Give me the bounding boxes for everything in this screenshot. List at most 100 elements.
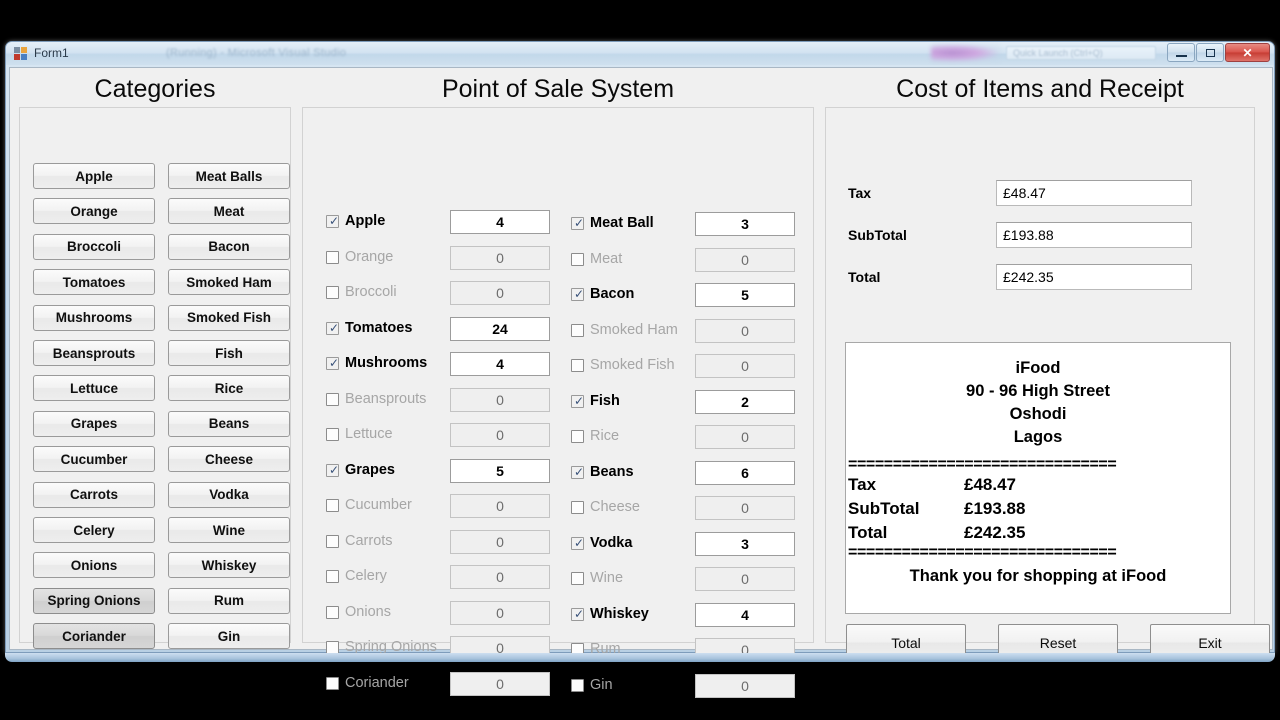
category-button-whiskey[interactable]: Whiskey (168, 552, 290, 579)
category-button-gin[interactable]: Gin (168, 623, 290, 650)
category-button-beansprouts[interactable]: Beansprouts (33, 340, 155, 366)
checkbox-wine[interactable] (571, 572, 584, 585)
checkbox-tomatoes[interactable]: ✓ (326, 321, 339, 335)
quantity-field-meat-ball[interactable]: 3 (695, 212, 795, 236)
checkbox-onions[interactable] (326, 605, 339, 619)
checkbox-mushrooms[interactable]: ✓ (326, 357, 339, 370)
category-button-mushrooms[interactable]: Mushrooms (33, 304, 155, 331)
category-button-lettuce[interactable]: Lettuce (33, 375, 155, 402)
checkbox-label: Lettuce (345, 426, 393, 442)
quantity-field-tomatoes[interactable]: 24 (450, 316, 550, 341)
quantity-field-orange[interactable]: 0 (450, 245, 550, 270)
quantity-field-fish[interactable]: 2 (695, 389, 795, 414)
title-bar: (Running) - Microsoft Visual Studio Quic… (6, 42, 1274, 65)
cost-value-tax[interactable]: £48.47 (996, 180, 1192, 206)
checkbox-orange[interactable] (326, 250, 339, 264)
category-button-cheese[interactable]: Cheese (168, 446, 290, 473)
checkbox-rice[interactable] (571, 430, 584, 443)
receipt-address-1: 90 - 96 High Street (966, 382, 1110, 400)
quantity-field-beans[interactable]: 6 (695, 460, 795, 485)
pos-row: ✓ Tomatoes (326, 319, 451, 341)
quantity-field-cucumber[interactable]: 0 (450, 494, 550, 518)
quantity-field-cheese[interactable]: 0 (695, 496, 795, 520)
category-button-rum[interactable]: Rum (168, 587, 290, 614)
category-button-rice[interactable]: Rice (168, 375, 290, 402)
category-button-celery[interactable]: Celery (33, 517, 155, 543)
category-button-spring-onions[interactable]: Spring Onions (33, 587, 155, 614)
receipt-footer: Thank you for shopping at iFood (909, 567, 1167, 585)
category-button-broccoli[interactable]: Broccoli (33, 233, 155, 260)
category-button-apple[interactable]: Apple (33, 163, 155, 189)
minimize-button[interactable] (1167, 43, 1195, 62)
close-button[interactable]: ✕ (1225, 43, 1270, 62)
category-button-carrots[interactable]: Carrots (33, 481, 155, 508)
maximize-button[interactable] (1196, 43, 1224, 62)
quantity-field-smoked-ham[interactable]: 0 (695, 318, 795, 343)
category-button-tomatoes[interactable]: Tomatoes (33, 269, 155, 296)
quantity-field-carrots[interactable]: 0 (450, 529, 550, 554)
category-button-wine[interactable]: Wine (168, 517, 290, 543)
category-button-orange[interactable]: Orange (33, 198, 155, 225)
checkbox-vodka[interactable]: ✓ (571, 536, 584, 550)
quantity-field-lettuce[interactable]: 0 (450, 423, 550, 447)
checkbox-apple[interactable]: ✓ (326, 215, 339, 228)
pos-row: Carrots (326, 532, 451, 554)
checkbox-cheese[interactable] (571, 501, 584, 514)
quantity-field-meat[interactable]: 0 (695, 247, 795, 272)
quantity-field-apple[interactable]: 4 (450, 210, 550, 234)
receipt-lines: Tax £48.47 SubTotal £193.88 Total £242.35 (846, 473, 1230, 545)
checkbox-whiskey[interactable]: ✓ (571, 607, 584, 621)
category-button-fish[interactable]: Fish (168, 340, 290, 366)
category-button-smoked-fish[interactable]: Smoked Fish (168, 304, 290, 331)
receipt-address-3: Lagos (1013, 428, 1063, 446)
cost-value-subtotal[interactable]: £193.88 (996, 222, 1192, 248)
checkbox-lettuce[interactable] (326, 428, 339, 441)
checkbox-beansprouts[interactable] (326, 392, 339, 406)
checkbox-carrots[interactable] (326, 534, 339, 548)
quantity-field-vodka[interactable]: 3 (695, 531, 795, 556)
quantity-field-wine[interactable]: 0 (695, 567, 795, 591)
checkbox-gin[interactable] (571, 678, 584, 692)
checkbox-cucumber[interactable] (326, 499, 339, 512)
quantity-field-coriander[interactable]: 0 (450, 671, 550, 696)
checkbox-coriander[interactable] (326, 676, 339, 690)
category-button-smoked-ham[interactable]: Smoked Ham (168, 269, 290, 296)
cost-value-total[interactable]: £242.35 (996, 264, 1192, 290)
checkbox-beans[interactable]: ✓ (571, 465, 584, 479)
checkbox-bacon[interactable]: ✓ (571, 288, 584, 301)
category-button-grapes[interactable]: Grapes (33, 410, 155, 437)
quantity-field-smoked-fish[interactable]: 0 (695, 354, 795, 378)
quantity-field-rice[interactable]: 0 (695, 425, 795, 449)
checkbox-celery[interactable] (326, 570, 339, 583)
pos-row: Wine (571, 569, 696, 591)
category-button-meat-balls[interactable]: Meat Balls (168, 163, 290, 189)
category-button-bacon[interactable]: Bacon (168, 233, 290, 260)
quantity-field-grapes[interactable]: 5 (450, 458, 550, 483)
checkbox-smoked-ham[interactable] (571, 323, 584, 337)
category-button-beans[interactable]: Beans (168, 410, 290, 437)
checkbox-fish[interactable]: ✓ (571, 394, 584, 408)
checkbox-grapes[interactable]: ✓ (326, 463, 339, 477)
checkbox-label: Fish (590, 392, 620, 409)
quantity-field-bacon[interactable]: 5 (695, 283, 795, 307)
category-button-vodka[interactable]: Vodka (168, 481, 290, 508)
quantity-field-beansprouts[interactable]: 0 (450, 387, 550, 412)
category-button-coriander[interactable]: Coriander (33, 623, 155, 650)
receipt-line: SubTotal £193.88 (846, 497, 1230, 521)
pos-row: Lettuce (326, 425, 451, 447)
category-button-meat[interactable]: Meat (168, 198, 290, 225)
pos-row: Smoked Ham (571, 321, 696, 343)
receipt-display: iFood 90 - 96 High Street Oshodi Lagos =… (845, 342, 1231, 614)
checkbox-meat-ball[interactable]: ✓ (571, 217, 584, 230)
checkbox-smoked-fish[interactable] (571, 359, 584, 372)
quantity-field-broccoli[interactable]: 0 (450, 281, 550, 305)
category-button-onions[interactable]: Onions (33, 552, 155, 579)
quantity-field-gin[interactable]: 0 (695, 673, 795, 698)
checkbox-broccoli[interactable] (326, 286, 339, 299)
quantity-field-onions[interactable]: 0 (450, 600, 550, 625)
quantity-field-celery[interactable]: 0 (450, 565, 550, 589)
category-button-cucumber[interactable]: Cucumber (33, 446, 155, 473)
checkbox-meat[interactable] (571, 252, 584, 266)
quantity-field-whiskey[interactable]: 4 (695, 602, 795, 627)
quantity-field-mushrooms[interactable]: 4 (450, 352, 550, 376)
